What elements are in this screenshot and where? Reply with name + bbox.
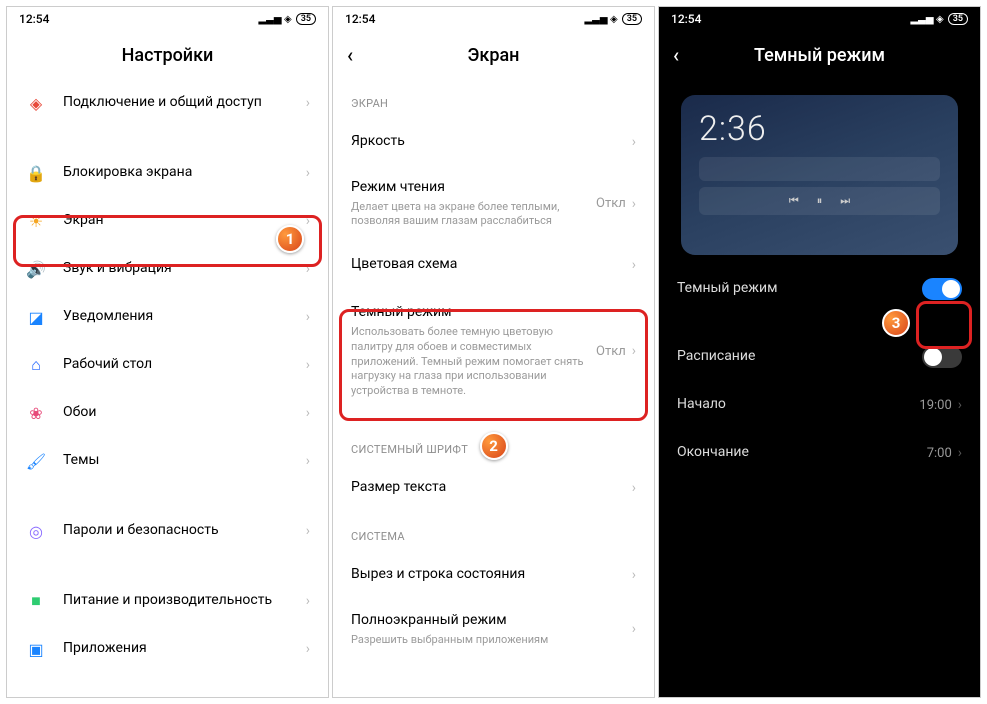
battery-icon: 35 bbox=[948, 13, 968, 25]
chevron-right-icon: › bbox=[306, 357, 310, 373]
lock-icon: 🔒 bbox=[25, 162, 47, 184]
settings-list[interactable]: ◈ Подключение и общий доступ › 🔒 Блокиро… bbox=[7, 79, 328, 697]
battery-icon: 35 bbox=[296, 13, 316, 25]
back-button[interactable]: ‹ bbox=[347, 43, 353, 67]
row-apps[interactable]: ▣ Приложения › bbox=[7, 625, 328, 673]
row-schedule-toggle[interactable]: Расписание bbox=[659, 333, 980, 381]
annotation-badge-1: 1 bbox=[276, 225, 304, 253]
display-screen: 12:54 ▂▃▅ ◈ 35 ‹ Экран ЭКРАН Яркость › Р… bbox=[332, 6, 655, 698]
page-title: Темный режим bbox=[754, 45, 885, 66]
chevron-right-icon: › bbox=[306, 261, 310, 277]
next-icon: ⏭ bbox=[840, 194, 850, 208]
chevron-right-icon: › bbox=[632, 480, 636, 496]
chevron-right-icon: › bbox=[306, 523, 310, 539]
battery-icon: ■ bbox=[25, 590, 47, 612]
annotation-badge-3: 3 bbox=[882, 309, 910, 337]
page-title: Экран bbox=[468, 45, 520, 66]
chevron-right-icon: › bbox=[306, 165, 310, 181]
dark-mode-content: 2:36 ⏮ ⏸ ⏭ 3 Темный режим Расписание Нач… bbox=[659, 79, 980, 697]
apps-icon: ▣ bbox=[25, 638, 47, 660]
share-icon: ◈ bbox=[25, 92, 47, 114]
settings-screen: 12:54 ▂▃▅ ◈ 35 Настройки ◈ Подключение и… bbox=[6, 6, 329, 698]
signal-icons: ▂▃▅ ◈ bbox=[910, 14, 943, 25]
themes-icon: 🖌 bbox=[25, 450, 47, 472]
sun-icon: ☀ bbox=[25, 210, 47, 232]
home-icon: ⌂ bbox=[25, 354, 47, 376]
header: ‹ Экран bbox=[333, 31, 654, 79]
battery-icon: 35 bbox=[622, 13, 642, 25]
row-text-size[interactable]: Размер текста › bbox=[333, 464, 654, 512]
chevron-right-icon: › bbox=[632, 343, 636, 359]
end-value: 7:00 bbox=[927, 446, 952, 461]
page-title: Настройки bbox=[122, 45, 214, 66]
chevron-right-icon: › bbox=[306, 95, 310, 111]
row-wallpaper[interactable]: ❀ Обои › bbox=[7, 389, 328, 437]
chevron-right-icon: › bbox=[632, 567, 636, 583]
signal-icons: ▂▃▅ ◈ bbox=[584, 14, 617, 25]
row-end-time[interactable]: Окончание 7:00› bbox=[659, 429, 980, 477]
status-time: 12:54 bbox=[671, 12, 701, 26]
row-reading-mode[interactable]: Режим чтения Делает цвета на экране боле… bbox=[333, 166, 654, 241]
chevron-right-icon: › bbox=[958, 445, 962, 461]
chevron-right-icon: › bbox=[306, 213, 310, 229]
chevron-right-icon: › bbox=[306, 593, 310, 609]
preview-widget bbox=[699, 157, 940, 181]
status-time: 12:54 bbox=[19, 12, 49, 26]
schedule-toggle[interactable] bbox=[922, 346, 962, 368]
row-brightness[interactable]: Яркость › bbox=[333, 118, 654, 166]
row-security[interactable]: ◎ Пароли и безопасность › bbox=[7, 507, 328, 555]
row-color-scheme[interactable]: Цветовая схема › bbox=[333, 241, 654, 289]
dark-mode-toggle[interactable] bbox=[922, 278, 962, 300]
header: Настройки bbox=[7, 31, 328, 79]
display-list[interactable]: ЭКРАН Яркость › Режим чтения Делает цвет… bbox=[333, 79, 654, 697]
row-fullscreen[interactable]: Полноэкранный режим Разрешить выбранным … bbox=[333, 599, 654, 659]
preview-clock: 2:36 bbox=[699, 109, 940, 149]
status-time: 12:54 bbox=[345, 12, 375, 26]
chevron-right-icon: › bbox=[306, 405, 310, 421]
reading-value: Откл bbox=[596, 196, 626, 211]
status-bar: 12:54 ▂▃▅ ◈ 35 bbox=[7, 7, 328, 31]
row-connection-sharing[interactable]: ◈ Подключение и общий доступ › bbox=[7, 79, 328, 127]
dark-mode-preview: 2:36 ⏮ ⏸ ⏭ bbox=[681, 95, 958, 255]
start-value: 19:00 bbox=[919, 398, 951, 413]
chevron-right-icon: › bbox=[632, 257, 636, 273]
notification-icon: ◪ bbox=[25, 306, 47, 328]
row-notifications[interactable]: ◪ Уведомления › bbox=[7, 293, 328, 341]
speaker-icon: 🔊 bbox=[25, 258, 47, 280]
chevron-right-icon: › bbox=[958, 397, 962, 413]
chevron-right-icon: › bbox=[632, 134, 636, 150]
row-dark-mode-toggle[interactable]: Темный режим bbox=[659, 265, 980, 313]
back-button[interactable]: ‹ bbox=[673, 43, 679, 67]
header: ‹ Темный режим bbox=[659, 31, 980, 79]
chevron-right-icon: › bbox=[306, 309, 310, 325]
section-system: СИСТЕМА bbox=[333, 512, 654, 551]
chevron-right-icon: › bbox=[306, 453, 310, 469]
row-home-screen[interactable]: ⌂ Рабочий стол › bbox=[7, 341, 328, 389]
status-bar: 12:54 ▂▃▅ ◈ 35 bbox=[333, 7, 654, 31]
chevron-right-icon: › bbox=[306, 641, 310, 657]
dark-mode-value: Откл bbox=[596, 344, 626, 359]
row-start-time[interactable]: Начало 19:00› bbox=[659, 381, 980, 429]
status-bar: 12:54 ▂▃▅ ◈ 35 bbox=[659, 7, 980, 31]
row-notch[interactable]: Вырез и строка состояния › bbox=[333, 551, 654, 599]
row-dark-mode[interactable]: Темный режим Использовать более темную ц… bbox=[333, 289, 654, 413]
annotation-badge-2: 2 bbox=[480, 432, 508, 460]
chevron-right-icon: › bbox=[632, 621, 636, 637]
wallpaper-icon: ❀ bbox=[25, 402, 47, 424]
pause-icon: ⏸ bbox=[817, 194, 823, 208]
signal-icons: ▂▃▅ ◈ bbox=[258, 14, 291, 25]
dark-mode-screen: 12:54 ▂▃▅ ◈ 35 ‹ Темный режим 2:36 ⏮ ⏸ ⏭… bbox=[658, 6, 981, 698]
fingerprint-icon: ◎ bbox=[25, 520, 47, 542]
row-battery[interactable]: ■ Питание и производительность › bbox=[7, 577, 328, 625]
chevron-right-icon: › bbox=[632, 196, 636, 212]
row-lock-screen[interactable]: 🔒 Блокировка экрана › bbox=[7, 149, 328, 197]
section-screen: ЭКРАН bbox=[333, 79, 654, 118]
row-themes[interactable]: 🖌 Темы › bbox=[7, 437, 328, 485]
prev-icon: ⏮ bbox=[789, 194, 799, 208]
row-sound[interactable]: 🔊 Звук и вибрация › bbox=[7, 245, 328, 293]
preview-media-controls: ⏮ ⏸ ⏭ bbox=[699, 187, 940, 215]
